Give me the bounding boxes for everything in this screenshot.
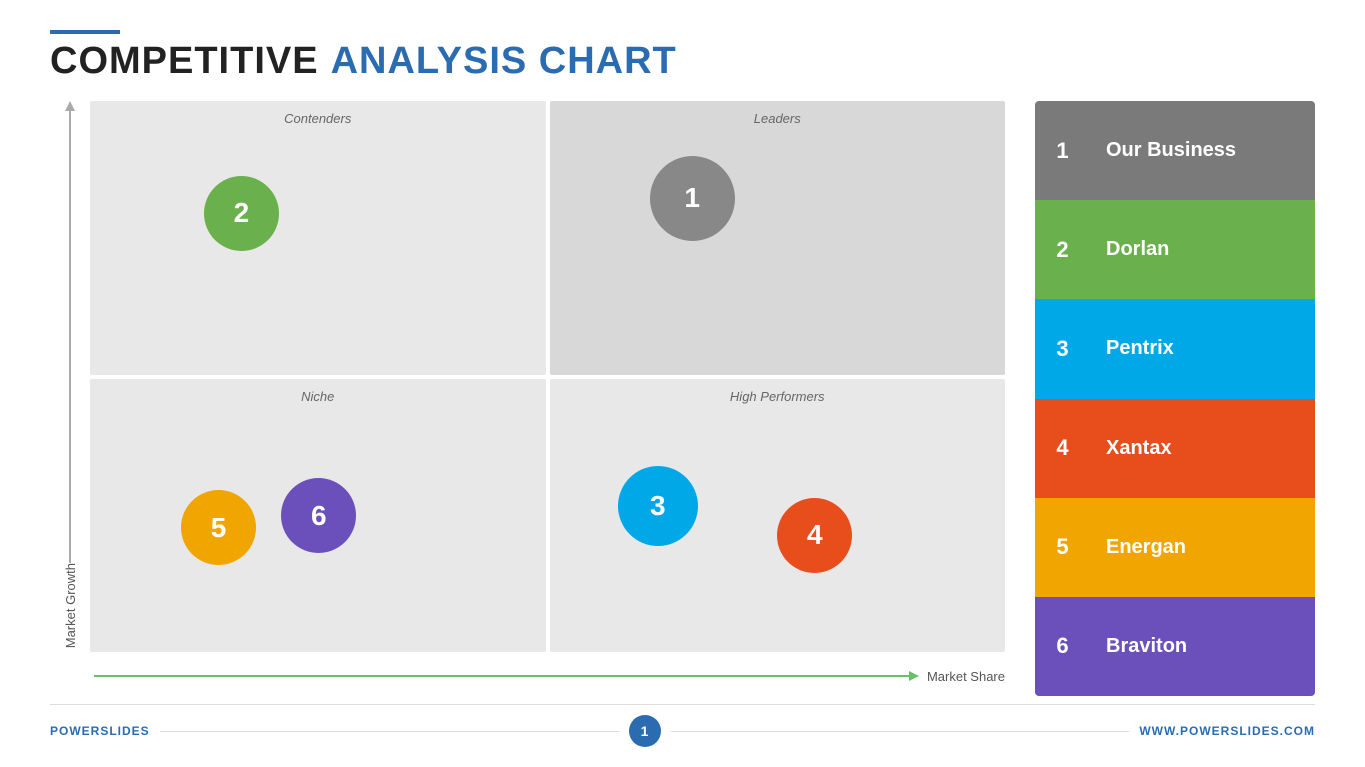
legend-item-6: 6Braviton bbox=[1035, 597, 1315, 696]
legend-name-6: Braviton bbox=[1090, 635, 1315, 658]
quadrant-row-top: Contenders 2 Leaders bbox=[90, 101, 1005, 375]
chart-rows: Contenders 2 Leaders bbox=[90, 101, 1005, 652]
quadrant-contenders: Contenders 2 bbox=[90, 101, 546, 375]
legend-item-3: 3Pentrix bbox=[1035, 299, 1315, 398]
x-axis-container: Market Share bbox=[90, 656, 1005, 696]
bubble-1: 1 bbox=[650, 156, 735, 241]
chart-grid: Contenders 2 Leaders bbox=[90, 101, 1005, 696]
quadrant-leaders: Leaders 1 bbox=[550, 101, 1006, 375]
y-axis-label: Market Growth bbox=[63, 563, 78, 648]
quadrant-niche: Niche 5 6 bbox=[90, 379, 546, 653]
x-axis-label: Market Share bbox=[927, 669, 1005, 684]
main-content: Market Growth Contenders bbox=[50, 101, 1315, 696]
legend-number-5: 5 bbox=[1035, 498, 1090, 597]
niche-bubbles: 5 6 bbox=[90, 404, 546, 653]
leaders-label: Leaders bbox=[550, 101, 1006, 126]
footer: POWERSLIDES 1 WWW.POWERSLIDES.COM bbox=[50, 704, 1315, 747]
leaders-bubbles: 1 bbox=[550, 126, 1006, 375]
legend-name-4: Xantax bbox=[1090, 437, 1315, 460]
legend-number-2: 2 bbox=[1035, 200, 1090, 299]
legend-number-1: 1 bbox=[1035, 101, 1090, 200]
y-axis-container: Market Growth bbox=[50, 101, 90, 696]
footer-line-right bbox=[671, 731, 1130, 732]
legend-item-2: 2Dorlan bbox=[1035, 200, 1315, 299]
bubble-5-label: 5 bbox=[211, 512, 227, 544]
bubble-4-label: 4 bbox=[807, 519, 823, 551]
legend: 1Our Business2Dorlan3Pentrix4Xantax5Ener… bbox=[1035, 101, 1315, 696]
title-row: COMPETITIVE ANALYSIS CHART bbox=[50, 40, 1315, 83]
legend-name-1: Our Business bbox=[1090, 139, 1315, 162]
legend-item-5: 5Energan bbox=[1035, 498, 1315, 597]
header-accent bbox=[50, 30, 120, 34]
niche-label: Niche bbox=[90, 379, 546, 404]
legend-number-3: 3 bbox=[1035, 299, 1090, 398]
footer-line-left bbox=[160, 731, 619, 732]
footer-power: POWER bbox=[50, 724, 100, 738]
bubble-2-label: 2 bbox=[234, 197, 250, 229]
legend-name-5: Energan bbox=[1090, 536, 1315, 559]
x-axis-arrow bbox=[909, 671, 919, 681]
chart-with-axes: Market Growth Contenders bbox=[50, 101, 1005, 696]
legend-number-4: 4 bbox=[1035, 399, 1090, 498]
y-axis-line bbox=[69, 109, 71, 563]
legend-name-2: Dorlan bbox=[1090, 238, 1315, 261]
chart-area: Market Growth Contenders bbox=[50, 101, 1005, 696]
x-axis-line bbox=[94, 675, 909, 677]
bubble-4: 4 bbox=[777, 498, 852, 573]
legend-item-1: 1Our Business bbox=[1035, 101, 1315, 200]
quadrant-row-bottom: Niche 5 6 bbox=[90, 379, 1005, 653]
legend-name-3: Pentrix bbox=[1090, 337, 1315, 360]
page-container: COMPETITIVE ANALYSIS CHART Market Growth bbox=[0, 0, 1365, 767]
footer-page-number: 1 bbox=[629, 715, 661, 747]
high-performers-bubbles: 3 4 bbox=[550, 404, 1006, 653]
bubble-6-label: 6 bbox=[311, 500, 327, 532]
footer-website: WWW.POWERSLIDES.COM bbox=[1139, 724, 1315, 738]
contenders-bubbles: 2 bbox=[90, 126, 546, 375]
bubble-1-label: 1 bbox=[684, 182, 700, 214]
bubble-2: 2 bbox=[204, 176, 279, 251]
title-black: COMPETITIVE bbox=[50, 40, 319, 83]
legend-item-4: 4Xantax bbox=[1035, 399, 1315, 498]
title-blue: ANALYSIS CHART bbox=[331, 40, 677, 83]
bubble-3-label: 3 bbox=[650, 490, 666, 522]
footer-brand: POWERSLIDES bbox=[50, 724, 150, 738]
high-performers-label: High Performers bbox=[550, 379, 1006, 404]
bubble-5: 5 bbox=[181, 490, 256, 565]
quadrant-high-performers: High Performers 3 4 bbox=[550, 379, 1006, 653]
bubble-6: 6 bbox=[281, 478, 356, 553]
legend-number-6: 6 bbox=[1035, 597, 1090, 696]
contenders-label: Contenders bbox=[90, 101, 546, 126]
footer-slides: SLIDES bbox=[100, 724, 149, 738]
bubble-3: 3 bbox=[618, 466, 698, 546]
